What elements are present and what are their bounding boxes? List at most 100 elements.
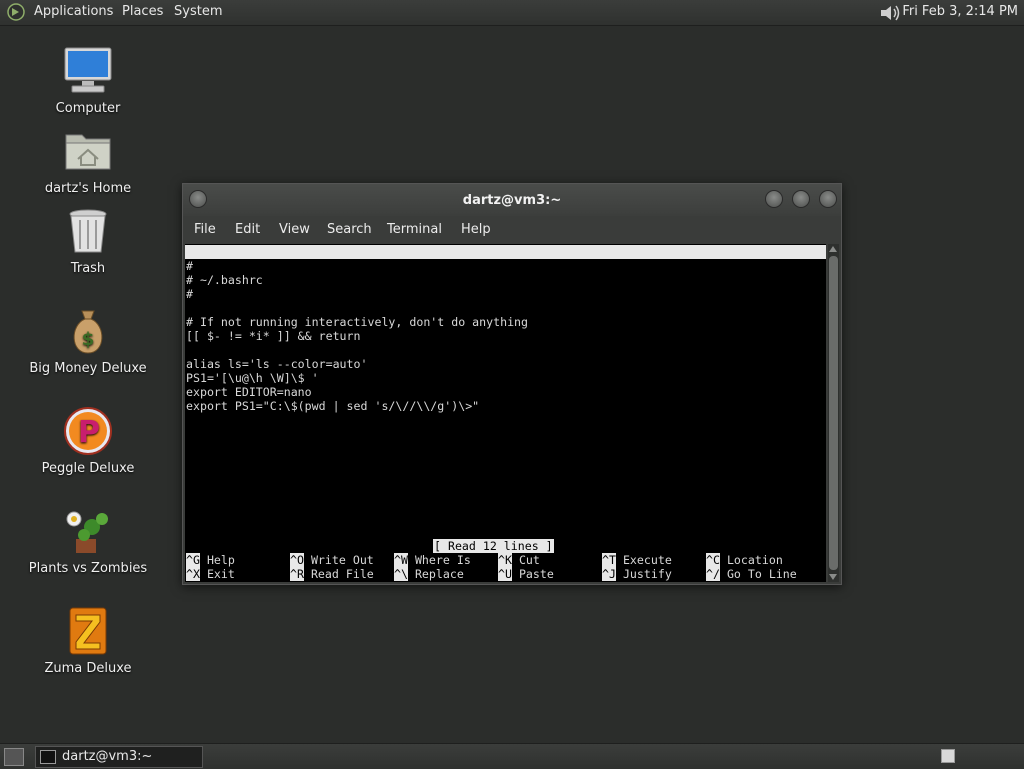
shortcut-location: ^C Location xyxy=(706,553,783,567)
shortcut-replace: ^\ Replace xyxy=(394,567,464,581)
shortcut-key: ^G xyxy=(186,553,200,567)
desktop-icon-computer[interactable]: Computer xyxy=(13,45,163,116)
shortcut-write-out: ^O Write Out xyxy=(290,553,374,567)
window-titlebar[interactable]: dartz@vm3:~ xyxy=(183,184,841,216)
zuma-icon xyxy=(69,607,107,655)
shortcut-label: Cut xyxy=(518,553,540,567)
menu-terminal[interactable]: Terminal xyxy=(387,222,442,237)
menu-file[interactable]: File xyxy=(194,222,216,237)
shortcut-key: ^X xyxy=(186,567,200,581)
shortcut-go-to-line: ^/ Go To Line xyxy=(706,567,797,581)
scroll-up-arrow-icon[interactable] xyxy=(829,246,837,252)
nano-title-bar: GNU nano 7.2 .bashrc xyxy=(185,245,826,287)
shortcut-paste: ^U Paste xyxy=(498,567,554,581)
shortcut-label: Help xyxy=(206,553,235,567)
money-bag-icon: $ xyxy=(73,310,103,354)
shortcut-exit: ^X Exit xyxy=(186,567,235,581)
shortcut-key: ^/ xyxy=(706,567,720,581)
desktop-icon-label: Peggle Deluxe xyxy=(41,461,135,476)
file-line: export PS1="C:\$(pwd | sed 's/\//\\/g')\… xyxy=(186,399,480,413)
scroll-down-arrow-icon[interactable] xyxy=(829,574,837,580)
volume-icon[interactable] xyxy=(878,3,902,23)
bottom-panel: dartz@vm3:~ xyxy=(0,743,1024,769)
desktop-icon-trash[interactable]: Trash xyxy=(13,205,163,276)
desktop-icon-label: Zuma Deluxe xyxy=(44,661,132,676)
file-line: alias ls='ls --color=auto' xyxy=(186,357,368,371)
clock[interactable]: Fri Feb 3, 2:14 PM xyxy=(902,4,1018,19)
desktop-icon-plants-vs-zombies[interactable]: Plants vs Zombies xyxy=(13,505,163,576)
trash-icon xyxy=(69,209,107,253)
shortcut-label: Location xyxy=(726,553,783,567)
shortcut-label: Write Out xyxy=(310,553,374,567)
scrollbar-thumb[interactable] xyxy=(829,256,838,570)
taskbar-button-label: dartz@vm3:~ xyxy=(62,749,153,764)
file-line: # If not running interactively, don't do… xyxy=(186,315,529,329)
places-menu[interactable]: Places xyxy=(122,4,163,19)
system-menu[interactable]: System xyxy=(174,4,222,19)
desktop-icon-label: Trash xyxy=(70,261,106,276)
desktop-icon-big-money[interactable]: $ Big Money Deluxe xyxy=(13,305,163,376)
file-line: # xyxy=(186,259,193,273)
close-button[interactable] xyxy=(819,190,837,208)
shortcut-key: ^K xyxy=(498,553,512,567)
shortcut-key: ^U xyxy=(498,567,512,581)
desktop-icon-peggle[interactable]: P Peggle Deluxe xyxy=(13,405,163,476)
desktop-icon-label: dartz's Home xyxy=(44,181,132,196)
desktop-icon-label: Big Money Deluxe xyxy=(29,361,147,376)
shortcut-where-is: ^W Where Is xyxy=(394,553,471,567)
desktop-icon-zuma[interactable]: Zuma Deluxe xyxy=(13,605,163,676)
nano-filename: .bashrc xyxy=(490,273,539,287)
computer-icon xyxy=(64,47,112,93)
file-line: PS1='[\u@\h \W]\$ ' xyxy=(186,371,319,385)
menu-help[interactable]: Help xyxy=(461,222,491,237)
top-panel: Applications Places System Fri Feb 3, 2:… xyxy=(0,0,1024,26)
desktop-icon-label: Computer xyxy=(55,101,121,116)
shortcut-help: ^G Help xyxy=(186,553,235,567)
menu-view[interactable]: View xyxy=(279,222,310,237)
home-folder-icon xyxy=(65,134,111,170)
file-line: # xyxy=(186,287,193,301)
svg-text:P: P xyxy=(78,415,100,450)
file-line: [[ $- != *i* ]] && return xyxy=(186,329,361,343)
applications-menu[interactable]: Applications xyxy=(34,4,113,19)
show-desktop-icon[interactable] xyxy=(4,748,24,766)
desktop-icon-label: Plants vs Zombies xyxy=(28,561,148,576)
shortcut-cut: ^K Cut xyxy=(498,553,540,567)
minimize-button[interactable] xyxy=(765,190,783,208)
terminal-window[interactable]: dartz@vm3:~ File Edit View Search Termin… xyxy=(182,183,842,585)
shortcut-key: ^J xyxy=(602,567,616,581)
svg-text:$: $ xyxy=(82,329,95,350)
plants-icon xyxy=(66,511,108,553)
file-line: # ~/.bashrc xyxy=(186,273,263,287)
shortcut-label: Where Is xyxy=(414,553,471,567)
shortcut-label: Exit xyxy=(206,567,235,581)
terminal-icon xyxy=(40,750,56,764)
shortcut-label: Go To Line xyxy=(726,567,797,581)
nano-status-message: [ Read 12 lines ] xyxy=(433,539,554,553)
shortcut-key: ^T xyxy=(602,553,616,567)
shortcut-label: Justify xyxy=(622,567,672,581)
workspace-switcher[interactable] xyxy=(941,749,955,763)
nano-version: GNU nano 7.2 xyxy=(201,259,285,273)
shortcut-label: Paste xyxy=(518,567,554,581)
shortcut-execute: ^T Execute xyxy=(602,553,672,567)
shortcut-read-file: ^R Read File xyxy=(290,567,374,581)
distro-logo-icon[interactable] xyxy=(6,3,26,21)
shortcut-key: ^\ xyxy=(394,567,408,581)
shortcut-key: ^R xyxy=(290,567,304,581)
shortcut-label: Read File xyxy=(310,567,374,581)
window-title: dartz@vm3:~ xyxy=(462,193,562,208)
desktop-icon-home[interactable]: dartz's Home xyxy=(13,125,163,196)
shortcut-label: Replace xyxy=(414,567,464,581)
terminal-screen[interactable]: GNU nano 7.2 .bashrc # # ~/.bashrc # # I… xyxy=(185,244,826,582)
menu-search[interactable]: Search xyxy=(327,222,372,237)
peggle-icon: P xyxy=(64,407,112,455)
shortcut-key: ^C xyxy=(706,553,720,567)
terminal-scrollbar[interactable] xyxy=(828,244,839,582)
taskbar-button-terminal[interactable]: dartz@vm3:~ xyxy=(35,746,203,768)
terminal-menubar: File Edit View Search Terminal Help xyxy=(183,216,841,244)
menu-edit[interactable]: Edit xyxy=(235,222,260,237)
shortcut-key: ^O xyxy=(290,553,304,567)
shortcut-key: ^W xyxy=(394,553,408,567)
maximize-button[interactable] xyxy=(792,190,810,208)
